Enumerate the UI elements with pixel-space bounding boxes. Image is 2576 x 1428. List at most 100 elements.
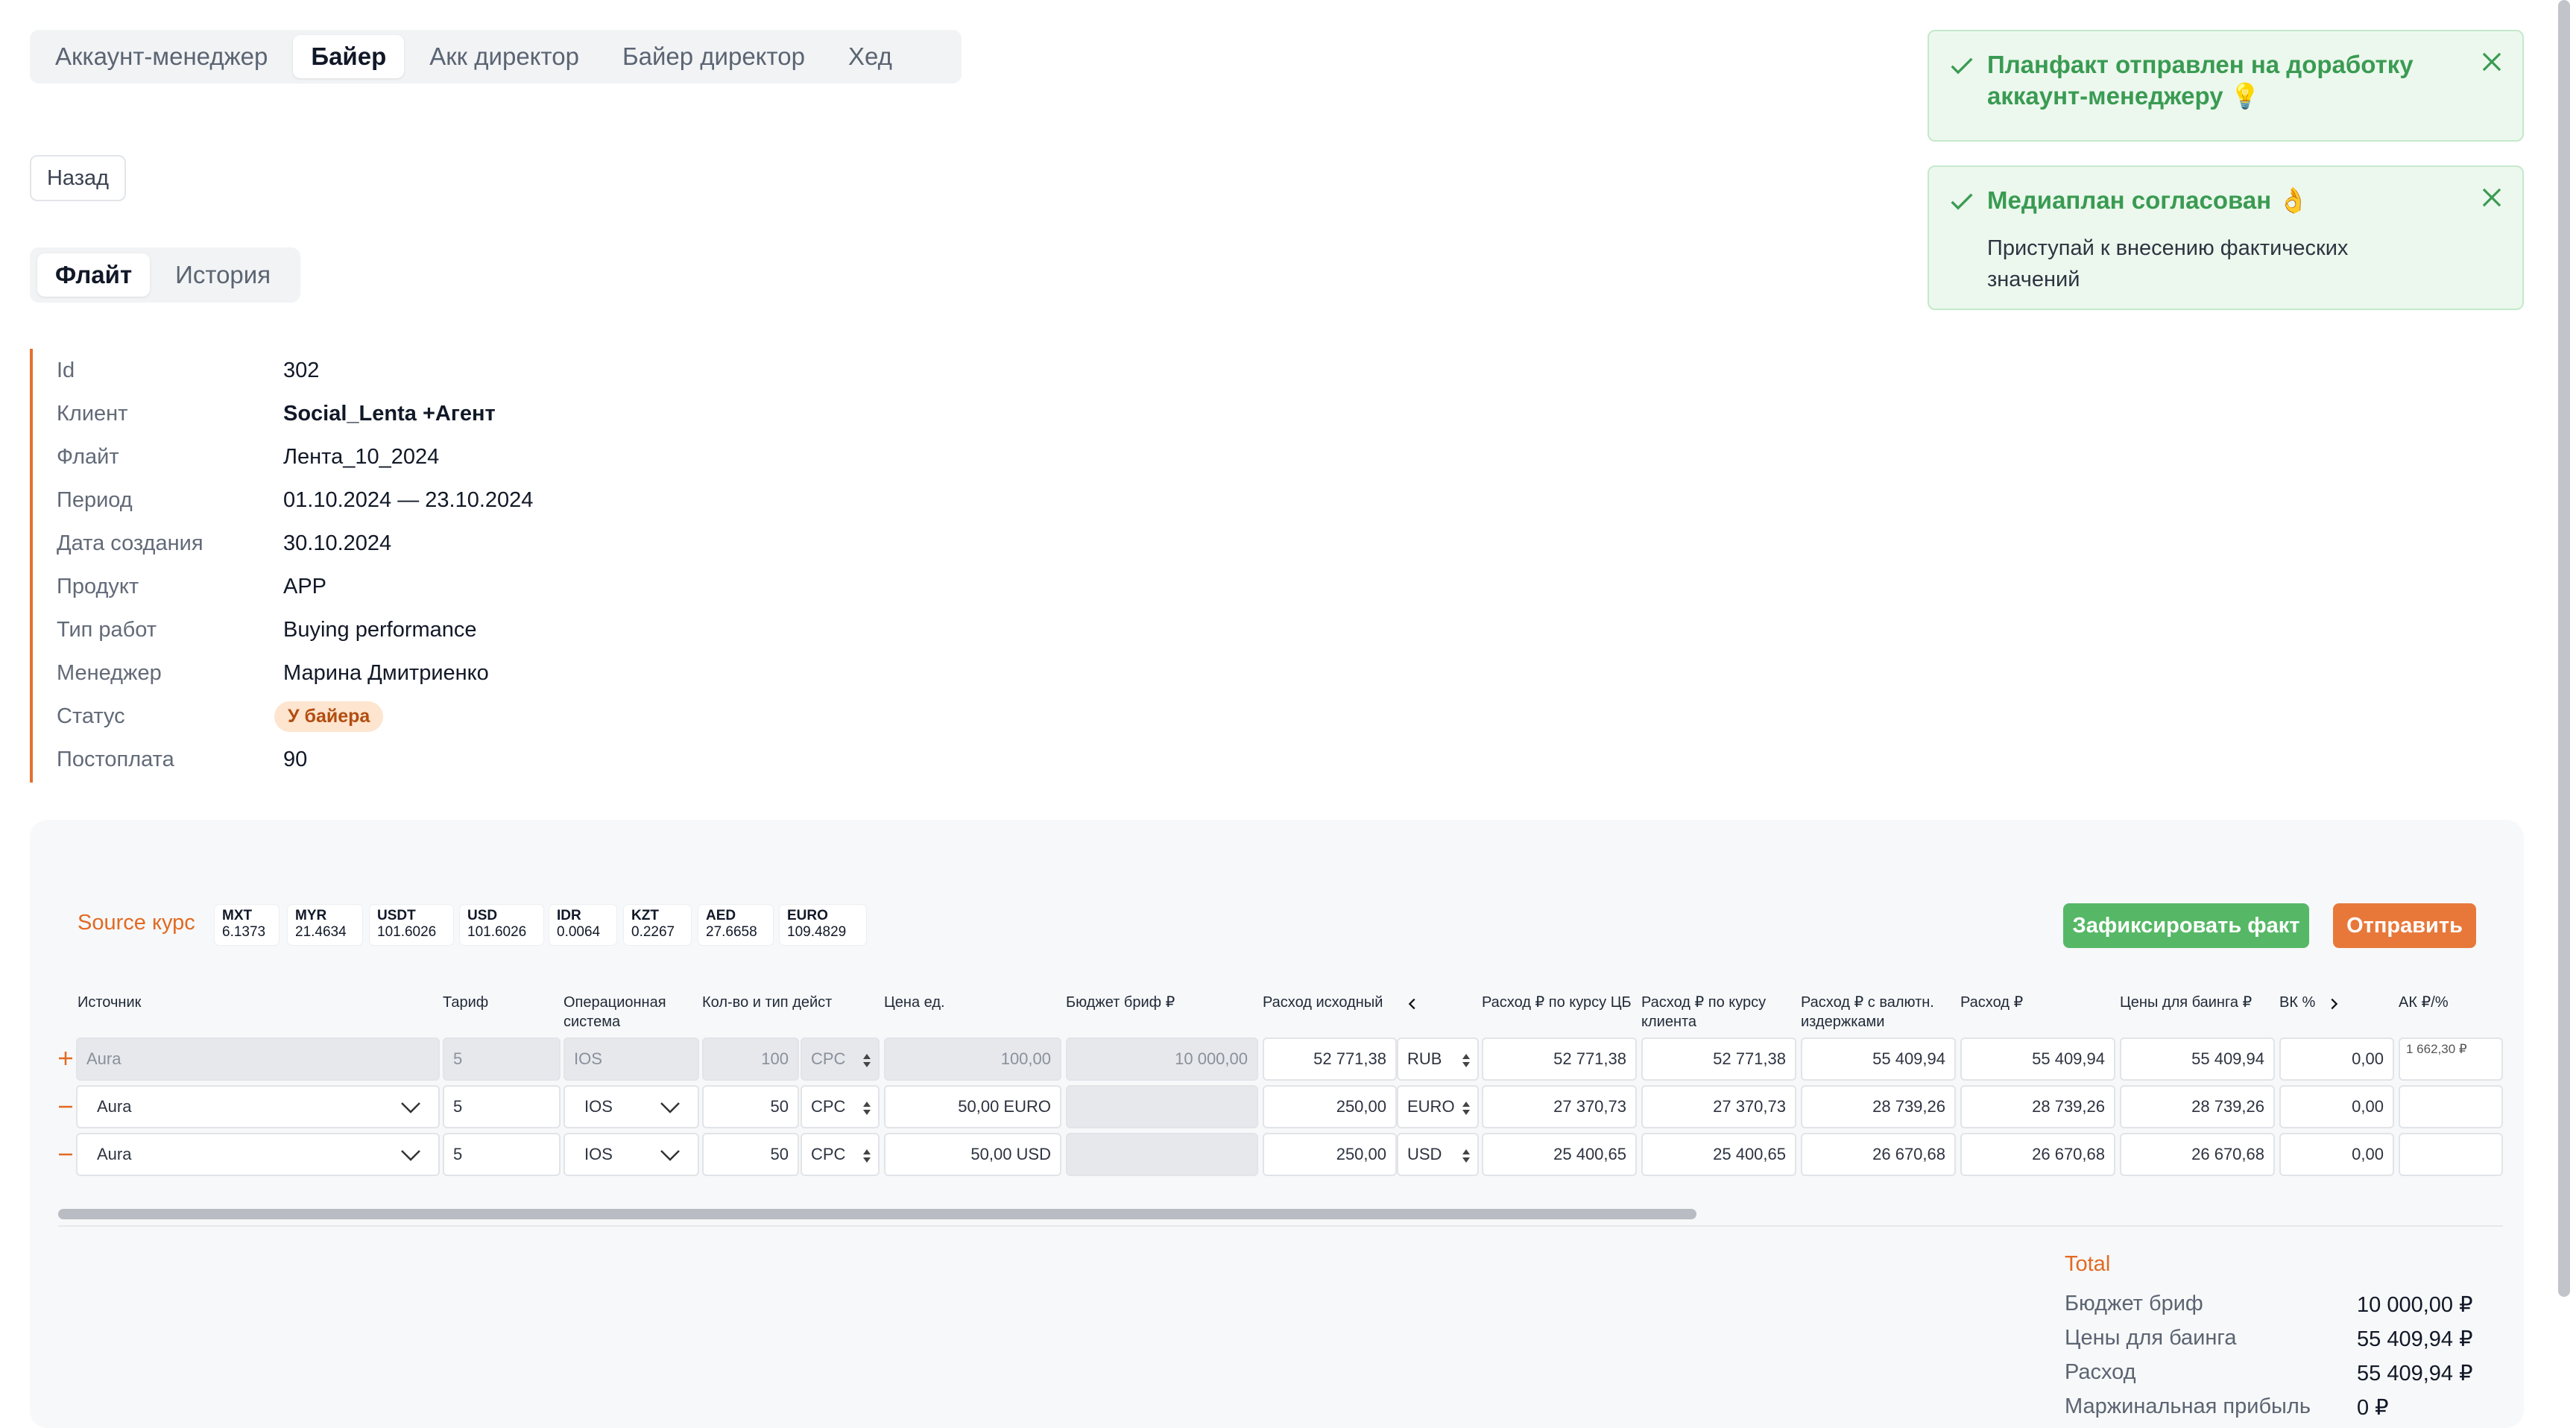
spend-cb-cell: 27 370,73 bbox=[1482, 1085, 1637, 1128]
role-tab-buyer[interactable]: Байер bbox=[293, 35, 405, 78]
role-tab-head[interactable]: Хед bbox=[830, 35, 910, 78]
spend-cell: 55 409,94 bbox=[1960, 1037, 2115, 1081]
info-postpay: 90 bbox=[283, 747, 308, 771]
original-spend-input[interactable]: 52 771,38 bbox=[1263, 1037, 1397, 1081]
total-label: Цены для баинга bbox=[2065, 1326, 2237, 1350]
brief-budget-cell bbox=[1066, 1133, 1258, 1176]
original-spend-input[interactable]: 250,00 bbox=[1263, 1133, 1397, 1176]
original-spend-input[interactable]: 250,00 bbox=[1263, 1085, 1397, 1128]
tariff-input[interactable]: 5 bbox=[443, 1085, 561, 1128]
info-flight: Лента_10_2024 bbox=[283, 444, 440, 469]
column-header-spend-costs: Расход ₽ с валютн. издержками bbox=[1801, 994, 1934, 1030]
rate-badge: MYR 21.4634 bbox=[288, 905, 362, 945]
ak-cell[interactable] bbox=[2399, 1085, 2503, 1128]
column-header-bk: ВК % bbox=[2279, 994, 2316, 1011]
chevron-left-icon[interactable] bbox=[1404, 996, 1421, 1012]
unit-price-input[interactable]: 50,00 EURO bbox=[884, 1085, 1061, 1128]
check-icon bbox=[1951, 57, 1973, 75]
back-button[interactable]: Назад bbox=[30, 155, 126, 201]
page-scrollbar[interactable] bbox=[2558, 0, 2570, 1297]
tariff-cell: 5 bbox=[443, 1037, 561, 1081]
rate-code: MXT bbox=[222, 908, 253, 923]
total-value: 0 ₽ bbox=[2357, 1396, 2389, 1420]
info-label: Период bbox=[57, 487, 133, 512]
close-icon[interactable] bbox=[2478, 183, 2506, 212]
rate-value: 109.4829 bbox=[787, 924, 847, 940]
source-value: Aura bbox=[97, 1145, 132, 1163]
minus-icon[interactable] bbox=[57, 1098, 75, 1116]
source-select[interactable]: Aura bbox=[76, 1133, 440, 1176]
role-tab-buyer-director[interactable]: Байер директор bbox=[604, 35, 823, 78]
info-manager: Марина Дмитриенко bbox=[283, 660, 489, 685]
rate-badge: USDT 101.6026 bbox=[370, 905, 453, 945]
role-tab-account-director[interactable]: Акк директор bbox=[411, 35, 597, 78]
chevron-right-icon[interactable] bbox=[2326, 996, 2342, 1012]
spend-costs-cell: 55 409,94 bbox=[1801, 1037, 1956, 1081]
role-tab-account-manager[interactable]: Аккаунт-менеджер bbox=[37, 35, 285, 78]
currency-select[interactable]: USD bbox=[1397, 1133, 1479, 1176]
bk-input[interactable]: 0,00 bbox=[2279, 1037, 2394, 1081]
action-type-select[interactable]: CPC bbox=[801, 1085, 880, 1128]
column-header-os: Операционная система bbox=[564, 994, 666, 1030]
sort-arrows-icon bbox=[1462, 1149, 1470, 1163]
tab-flight[interactable]: Флайт bbox=[37, 253, 151, 297]
info-label: Флайт bbox=[57, 444, 119, 469]
action-type-select[interactable]: CPC bbox=[801, 1133, 880, 1176]
spend-client-cell: 25 400,65 bbox=[1641, 1133, 1796, 1176]
tariff-input[interactable]: 5 bbox=[443, 1133, 561, 1176]
rate-code: USDT bbox=[377, 908, 416, 923]
info-label: Менеджер bbox=[57, 660, 162, 685]
currency-value: USD bbox=[1407, 1145, 1442, 1163]
total-label: Маржинальная прибыль bbox=[2065, 1394, 2311, 1418]
currency-select[interactable]: RUB bbox=[1397, 1037, 1479, 1081]
bk-input[interactable]: 0,00 bbox=[2279, 1085, 2394, 1128]
action-type-value: CPC bbox=[811, 1145, 846, 1163]
toast-title: Медиаплан согласован 👌 bbox=[1987, 186, 2309, 214]
quantity-input[interactable]: 50 bbox=[702, 1133, 799, 1176]
total-value: 55 409,94 ₽ bbox=[2357, 1327, 2473, 1351]
toast-text: Приступай к внесению фактических значени… bbox=[1987, 236, 2349, 291]
rate-value: 6.1373 bbox=[222, 924, 266, 940]
column-header-original-spend: Расход исходный bbox=[1263, 994, 1383, 1011]
column-header-spend-cb: Расход ₽ по курсу ЦБ bbox=[1482, 994, 1632, 1011]
os-select[interactable]: IOS bbox=[564, 1133, 699, 1176]
rate-badge: AED 27.6658 bbox=[698, 905, 773, 945]
bk-input[interactable]: 0,00 bbox=[2279, 1133, 2394, 1176]
info-label: Продукт bbox=[57, 574, 139, 598]
sort-arrows-icon bbox=[863, 1149, 871, 1163]
ak-cell[interactable] bbox=[2399, 1133, 2503, 1176]
currency-select[interactable]: EURO bbox=[1397, 1085, 1479, 1128]
os-cell: IOS bbox=[564, 1037, 699, 1081]
close-icon[interactable] bbox=[2478, 48, 2506, 76]
source-select[interactable]: Aura bbox=[76, 1085, 440, 1128]
quantity-input[interactable]: 50 bbox=[702, 1085, 799, 1128]
rate-badge: IDR 0.0064 bbox=[549, 905, 616, 945]
info-label: Статус bbox=[57, 704, 125, 728]
os-value: IOS bbox=[584, 1145, 613, 1163]
chevron-down-icon bbox=[401, 1150, 420, 1161]
source-rate-label: Source курс bbox=[78, 911, 195, 935]
column-header-tariff: Тариф bbox=[443, 994, 489, 1011]
plus-icon[interactable] bbox=[57, 1049, 75, 1067]
os-select[interactable]: IOS bbox=[564, 1085, 699, 1128]
sort-arrows-icon bbox=[1462, 1054, 1470, 1067]
sort-arrows-icon bbox=[863, 1054, 871, 1067]
status-badge: У байера bbox=[274, 701, 384, 732]
currency-value: EURO bbox=[1407, 1097, 1455, 1116]
brief-budget-cell: 10 000,00 bbox=[1066, 1037, 1258, 1081]
send-button[interactable]: Отправить bbox=[2333, 903, 2476, 948]
toast-replan: Планфакт отправлен на доработку аккаунт-… bbox=[1928, 30, 2524, 142]
os-value: IOS bbox=[584, 1097, 613, 1116]
horizontal-scrollbar[interactable] bbox=[58, 1209, 1696, 1219]
spend-cb-cell: 52 771,38 bbox=[1482, 1037, 1637, 1081]
column-header-quantity: Кол-во и тип дейст bbox=[702, 994, 833, 1011]
column-header-brief-budget: Бюджет бриф ₽ bbox=[1066, 994, 1175, 1011]
info-label: Клиент bbox=[57, 401, 128, 426]
minus-icon[interactable] bbox=[57, 1146, 75, 1163]
ak-cell[interactable]: 1 662,30 ₽ bbox=[2399, 1037, 2503, 1081]
unit-price-input[interactable]: 50,00 USD bbox=[884, 1133, 1061, 1176]
info-client: Social_Lenta +Агент bbox=[283, 401, 496, 426]
tab-history[interactable]: История bbox=[157, 253, 288, 297]
fix-fact-button[interactable]: Зафиксировать факт bbox=[2063, 903, 2309, 948]
chevron-down-icon bbox=[401, 1102, 420, 1113]
